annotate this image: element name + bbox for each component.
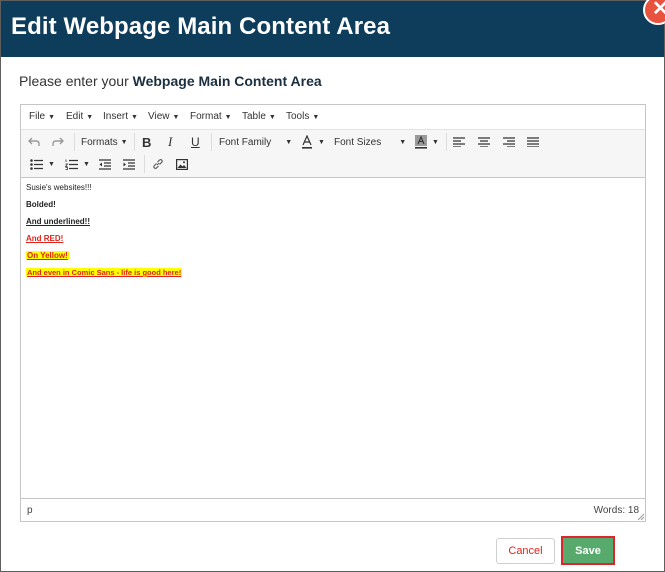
menu-view[interactable]: View ▼ — [148, 111, 179, 122]
menu-table[interactable]: Table ▼ — [242, 111, 276, 122]
toolbar-separator — [144, 155, 145, 173]
cancel-button[interactable]: Cancel — [496, 538, 555, 564]
word-count: Words: 18 — [593, 505, 639, 516]
menu-insert-label: Insert — [103, 111, 129, 122]
menu-edit[interactable]: Edit ▼ — [66, 111, 93, 122]
font-sizes-dropdown[interactable]: Font Sizes ▼ — [334, 132, 406, 152]
editor-content-area[interactable]: Susie's websites!!! Bolded! And underlin… — [26, 183, 638, 493]
menu-file[interactable]: File ▼ — [29, 111, 55, 122]
chevron-down-icon: ▼ — [268, 114, 276, 121]
menu-tools[interactable]: Tools ▼ — [286, 111, 319, 122]
redo-button[interactable] — [52, 132, 64, 152]
formats-dropdown[interactable]: Formats ▼ — [81, 132, 128, 152]
content-line-bold: Bolded! — [26, 200, 56, 209]
redo-icon — [52, 137, 64, 146]
bullet-list-icon — [30, 158, 43, 170]
element-path[interactable]: p — [27, 505, 33, 516]
menu-format[interactable]: Format ▼ — [190, 111, 232, 122]
chevron-down-icon: ▼ — [224, 114, 232, 121]
menu-view-label: View — [148, 111, 170, 122]
chevron-down-icon: ▼ — [83, 160, 90, 168]
toolbar-separator — [74, 133, 75, 151]
content-line-yellow: On Yellow! — [26, 251, 69, 260]
menu-edit-label: Edit — [66, 111, 84, 122]
image-button[interactable] — [176, 154, 188, 174]
editor-statusbar: p Words: 18 — [21, 498, 645, 521]
content-line-underlined: And underlined!! — [26, 217, 90, 226]
justify-icon — [527, 137, 539, 147]
chevron-down-icon: ▼ — [48, 160, 55, 168]
chevron-down-icon: ▼ — [399, 138, 407, 146]
content-line-red: And RED! — [26, 234, 64, 243]
content-line-plain: Susie's websites!!! — [26, 183, 92, 192]
indent-button[interactable] — [123, 154, 135, 174]
align-left-button[interactable] — [453, 132, 465, 152]
formats-label: Formats — [81, 136, 118, 148]
image-icon — [176, 158, 188, 170]
prompt-prefix: Please enter your — [19, 73, 129, 89]
link-icon — [153, 159, 163, 169]
chevron-down-icon: ▼ — [432, 138, 439, 146]
justify-button[interactable] — [527, 132, 539, 152]
background-color-button[interactable]: ▼ — [415, 132, 439, 152]
chevron-down-icon: ▼ — [318, 138, 325, 146]
link-button[interactable] — [152, 154, 164, 174]
undo-button[interactable] — [28, 132, 40, 152]
outdent-button[interactable] — [99, 154, 111, 174]
chevron-down-icon: ▼ — [312, 114, 320, 121]
toolbar-separator — [211, 133, 212, 151]
menu-insert[interactable]: Insert ▼ — [103, 111, 138, 122]
rich-text-editor: File ▼ Edit ▼ Insert ▼ View ▼ Format ▼ Table ▼… — [20, 104, 646, 522]
prompt-field-name: Webpage Main Content Area — [132, 73, 322, 89]
chevron-down-icon: ▼ — [120, 138, 128, 146]
field-prompt: Please enter your Webpage Main Content A… — [19, 73, 322, 89]
chevron-down-icon: ▼ — [48, 114, 56, 121]
text-color-button[interactable]: ▼ — [301, 132, 325, 152]
dialog-title: Edit Webpage Main Content Area — [11, 13, 391, 40]
save-button[interactable]: Save — [561, 536, 615, 565]
chevron-down-icon: ▼ — [285, 138, 293, 146]
dialog-title-bar: Edit Webpage Main Content Area — [1, 1, 664, 57]
resize-handle-icon[interactable] — [637, 513, 644, 520]
menu-tools-label: Tools — [286, 111, 310, 122]
bold-button[interactable]: B — [142, 132, 151, 152]
bullet-list-button[interactable]: ▼ — [30, 154, 55, 174]
menu-file-label: File — [29, 111, 46, 122]
text-color-icon — [302, 135, 312, 149]
align-left-icon — [453, 137, 465, 147]
toolbar-separator — [134, 133, 135, 151]
underline-button[interactable]: U — [191, 132, 200, 152]
menu-table-label: Table — [242, 111, 266, 122]
background-color-icon — [415, 135, 427, 149]
underline-icon: U — [191, 135, 200, 149]
font-family-label: Font Family — [219, 136, 272, 148]
chevron-down-icon: ▼ — [131, 114, 138, 121]
align-center-button[interactable] — [478, 132, 490, 152]
bold-icon: B — [142, 134, 152, 150]
align-right-icon — [503, 137, 515, 147]
italic-button[interactable]: I — [168, 132, 172, 152]
content-line-comic-sans: And even in Comic Sans - life is good he… — [26, 268, 183, 277]
numbered-list-icon — [65, 159, 78, 170]
font-sizes-label: Font Sizes — [334, 136, 382, 148]
edit-content-dialog: Edit Webpage Main Content Area ✕ Please … — [0, 0, 665, 572]
editor-menubar: File ▼ Edit ▼ Insert ▼ View ▼ Format ▼ Table ▼… — [21, 105, 645, 130]
font-family-dropdown[interactable]: Font Family ▼ — [219, 132, 292, 152]
chevron-down-icon: ▼ — [172, 114, 180, 121]
outdent-icon — [99, 158, 111, 170]
italic-icon: I — [168, 134, 173, 149]
chevron-down-icon: ▼ — [86, 114, 94, 121]
undo-icon — [28, 137, 40, 146]
align-right-button[interactable] — [503, 132, 515, 152]
align-center-icon — [478, 137, 490, 147]
editor-toolbar: Formats ▼ B I U Font Family ▼ ▼ Font Sizes… — [21, 130, 645, 178]
toolbar-separator — [446, 133, 447, 151]
indent-icon — [123, 158, 135, 170]
numbered-list-button[interactable]: ▼ — [65, 154, 90, 174]
menu-format-label: Format — [190, 111, 222, 122]
